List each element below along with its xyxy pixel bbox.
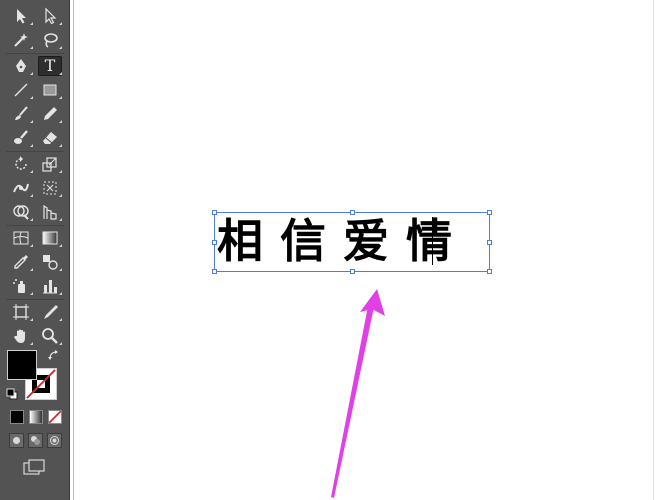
text-object-bounding-box[interactable]: 相信爱情 bbox=[212, 210, 492, 274]
text-object-content[interactable]: 相信爱情 bbox=[217, 216, 489, 266]
zoom-icon bbox=[42, 328, 58, 344]
artboard-tool[interactable] bbox=[9, 302, 33, 322]
draw-normal-button[interactable] bbox=[9, 433, 24, 448]
draw-behind-button[interactable] bbox=[28, 433, 43, 448]
blob-brush-icon bbox=[14, 130, 28, 144]
column-graph-icon bbox=[43, 280, 57, 294]
eyedropper-tool[interactable] bbox=[9, 252, 33, 272]
white-arrow-icon bbox=[45, 7, 57, 25]
scale-tool[interactable] bbox=[38, 154, 62, 174]
blend-tool[interactable] bbox=[38, 252, 62, 272]
artboard-right-edge bbox=[653, 0, 654, 500]
eraser-tool[interactable] bbox=[38, 128, 62, 148]
width-tool[interactable] bbox=[9, 178, 33, 198]
arrow-icon bbox=[17, 9, 26, 24]
mesh-tool[interactable] bbox=[9, 228, 33, 248]
gradient-tool[interactable] bbox=[38, 228, 62, 248]
resize-handle-top-left[interactable] bbox=[212, 210, 217, 215]
type-icon: T bbox=[44, 56, 56, 75]
perspective-grid-icon bbox=[43, 204, 57, 220]
draw-normal-icon bbox=[13, 437, 20, 444]
rectangle-icon bbox=[43, 84, 57, 96]
lasso-icon bbox=[44, 33, 58, 48]
artboard-left-edge bbox=[73, 0, 74, 500]
line-icon bbox=[14, 83, 28, 97]
hand-tool[interactable] bbox=[9, 326, 33, 346]
gradient-icon bbox=[42, 231, 58, 245]
zoom-tool[interactable] bbox=[38, 326, 62, 346]
gradient-mode-button[interactable] bbox=[29, 410, 43, 424]
paintbrush-tool[interactable] bbox=[9, 104, 33, 124]
fill-color-swatch[interactable] bbox=[7, 350, 37, 380]
none-mode-button[interactable] bbox=[48, 410, 62, 424]
shape-builder-icon bbox=[13, 205, 29, 220]
resize-handle-bottom[interactable] bbox=[350, 269, 355, 274]
artboard-icon bbox=[13, 304, 29, 320]
swap-fill-stroke-icon[interactable] bbox=[48, 349, 60, 361]
tools-panel: T bbox=[0, 0, 70, 500]
type-tool[interactable]: T bbox=[38, 56, 62, 76]
rotate-tool[interactable] bbox=[9, 154, 33, 174]
line-segment-tool[interactable] bbox=[9, 80, 33, 100]
selection-tool[interactable] bbox=[9, 6, 33, 26]
free-transform-icon bbox=[43, 181, 57, 195]
pen-tool[interactable] bbox=[9, 56, 33, 76]
slice-tool[interactable] bbox=[38, 302, 62, 322]
rotate-icon bbox=[15, 156, 27, 170]
perspective-grid-tool[interactable] bbox=[38, 202, 62, 222]
eyedropper-icon bbox=[14, 255, 28, 269]
slice-icon bbox=[44, 305, 58, 319]
resize-handle-top[interactable] bbox=[350, 210, 355, 215]
shape-builder-tool[interactable] bbox=[9, 202, 33, 222]
symbol-sprayer-tool[interactable] bbox=[9, 276, 33, 296]
eraser-icon bbox=[43, 132, 57, 144]
text-cursor bbox=[432, 217, 433, 265]
draw-behind-icon bbox=[31, 436, 40, 445]
blob-brush-tool[interactable] bbox=[9, 128, 33, 148]
pen-icon bbox=[16, 59, 26, 72]
resize-handle-top-right[interactable] bbox=[487, 210, 492, 215]
draw-inside-icon bbox=[50, 436, 59, 445]
scale-icon bbox=[42, 157, 57, 172]
resize-handle-left[interactable] bbox=[212, 240, 217, 245]
magic-wand-icon bbox=[14, 33, 28, 47]
symbol-sprayer-icon bbox=[13, 279, 25, 293]
resize-handle-bottom-right[interactable] bbox=[487, 269, 492, 274]
brush-icon bbox=[15, 106, 28, 120]
default-colors-icon[interactable] bbox=[6, 388, 18, 400]
pencil-tool[interactable] bbox=[38, 104, 62, 124]
lasso-tool[interactable] bbox=[38, 30, 62, 50]
free-transform-tool[interactable] bbox=[38, 178, 62, 198]
color-mode-button[interactable] bbox=[10, 410, 24, 424]
magic-wand-tool[interactable] bbox=[9, 30, 33, 50]
resize-handle-bottom-left[interactable] bbox=[212, 269, 217, 274]
column-graph-tool[interactable] bbox=[38, 276, 62, 296]
width-icon bbox=[13, 183, 29, 193]
pencil-icon bbox=[44, 107, 57, 120]
direct-selection-tool[interactable] bbox=[38, 6, 62, 26]
rectangle-tool[interactable] bbox=[38, 80, 62, 100]
resize-handle-right[interactable] bbox=[487, 240, 492, 245]
screen-mode-icon bbox=[23, 459, 45, 475]
screen-mode-button[interactable] bbox=[21, 457, 47, 477]
hand-icon bbox=[14, 329, 25, 343]
mesh-icon bbox=[13, 231, 29, 245]
blend-icon bbox=[43, 255, 58, 270]
draw-inside-button[interactable] bbox=[47, 433, 62, 448]
